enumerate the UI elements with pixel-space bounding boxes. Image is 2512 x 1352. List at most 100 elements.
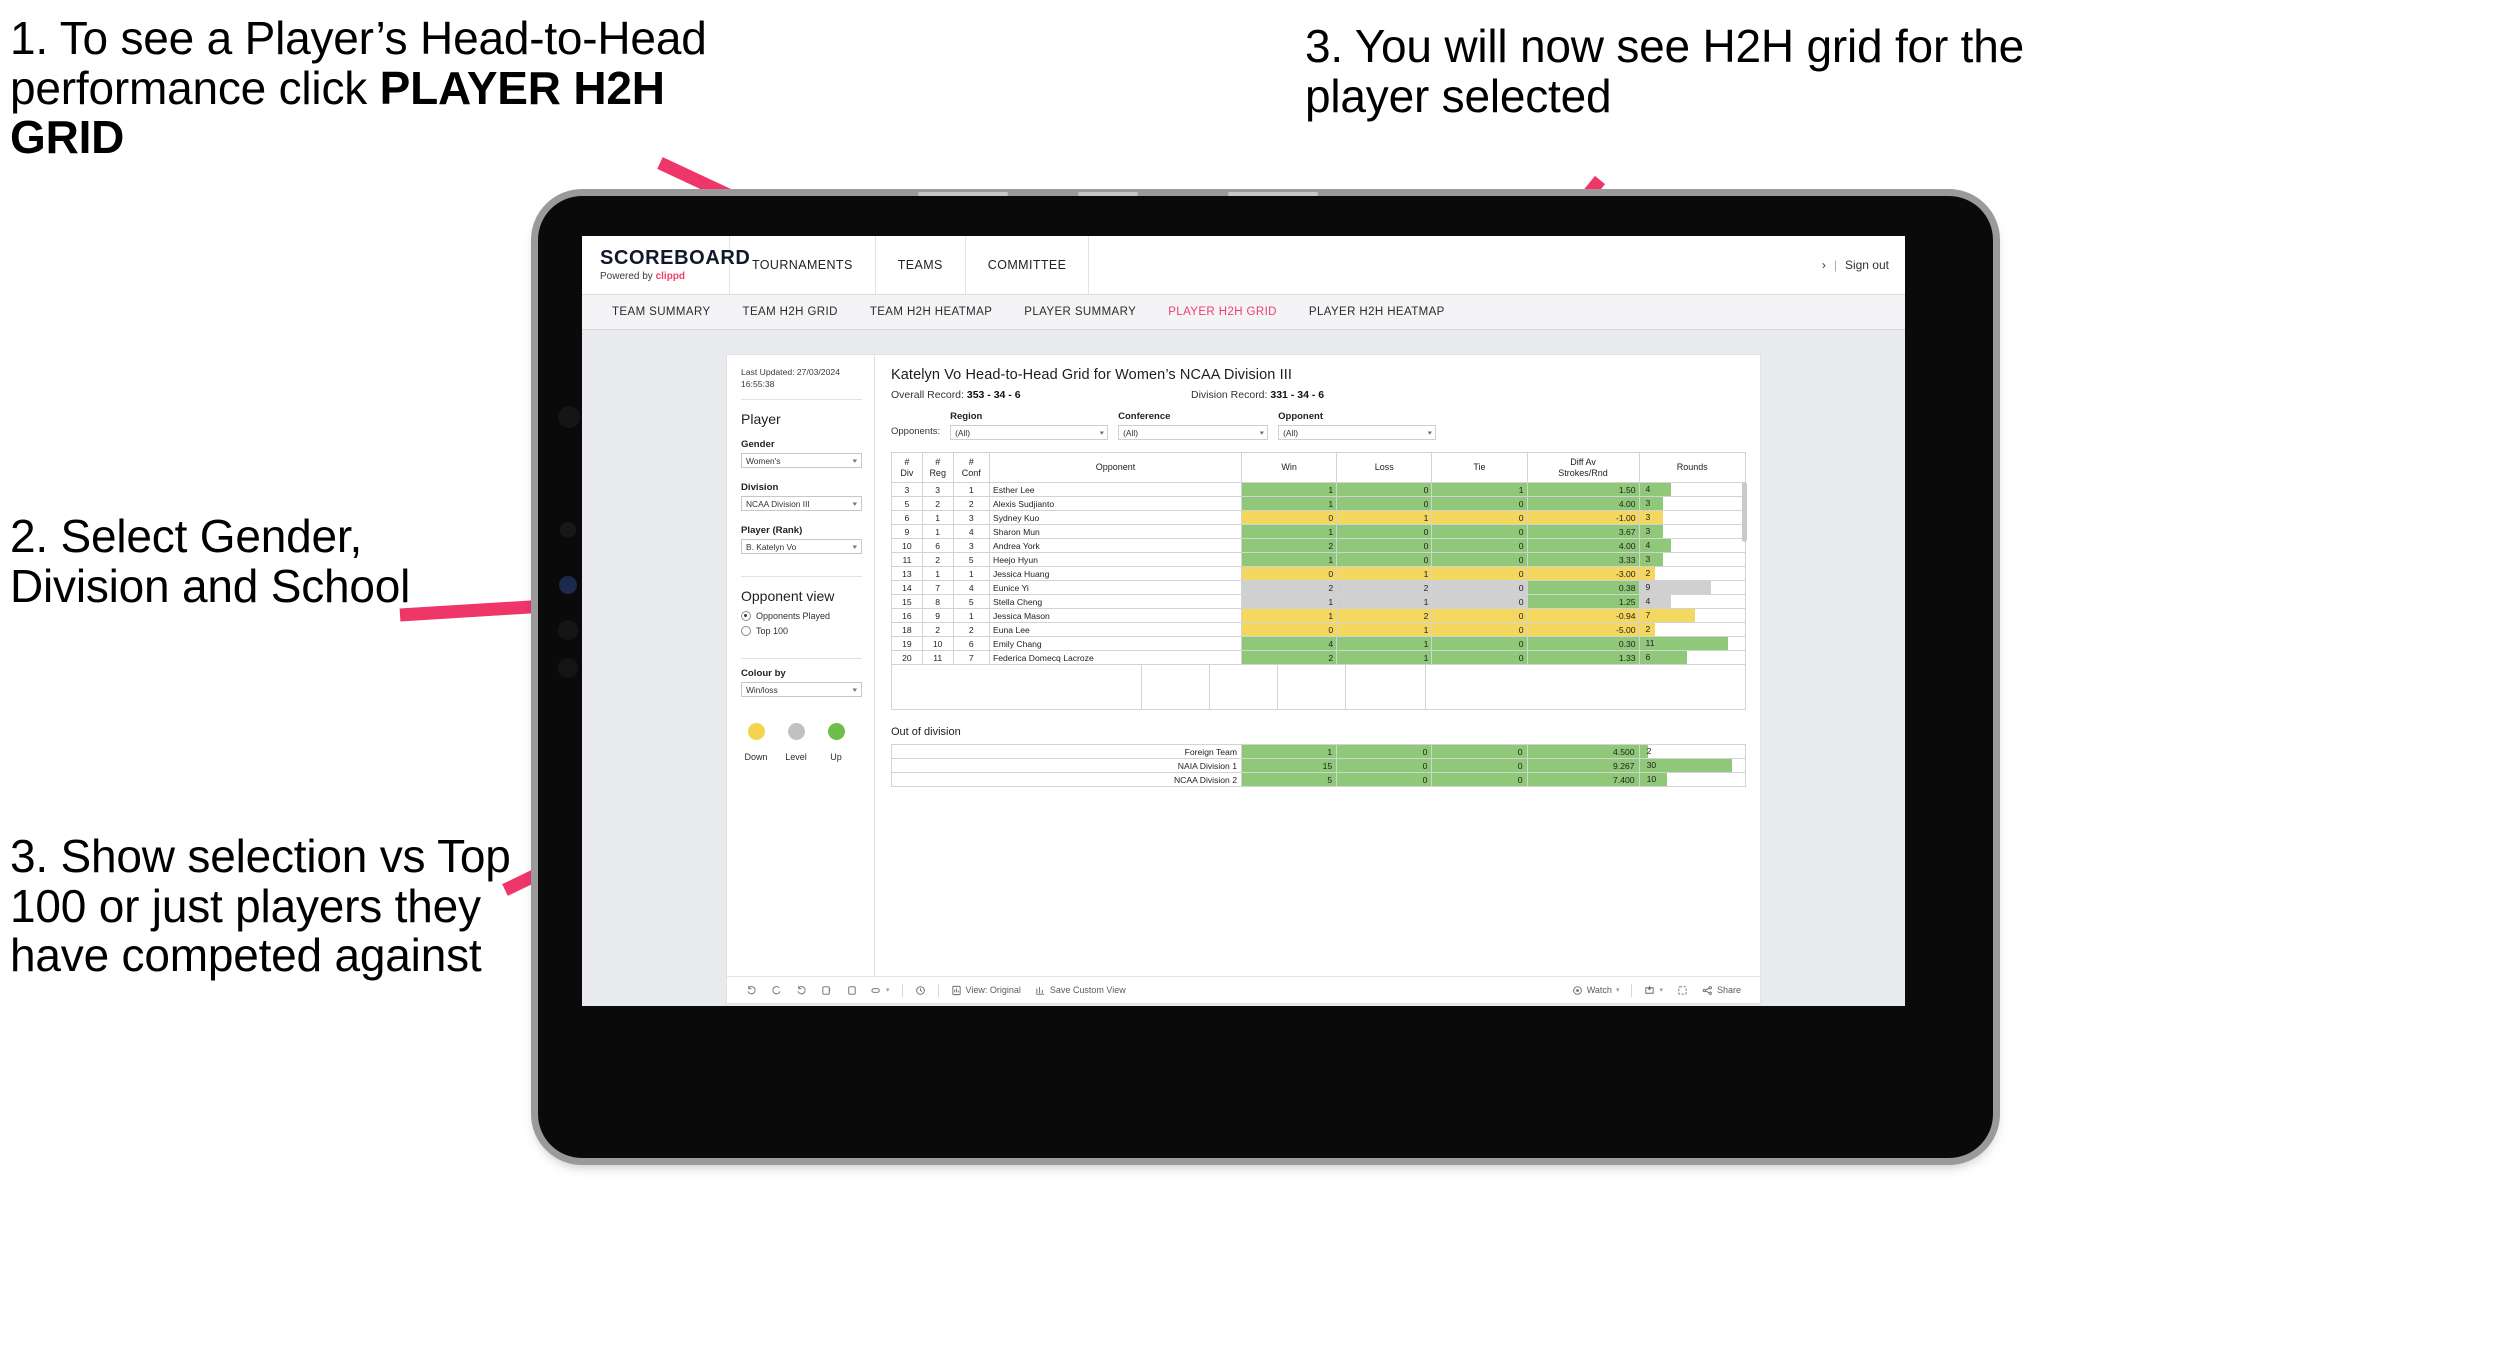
cell-tie: 0 <box>1431 538 1528 553</box>
opponent-view-title: Opponent view <box>741 588 835 605</box>
save-custom-view-button[interactable]: Save Custom View <box>1028 985 1133 996</box>
cell-opponent: Federica Domecq Lacroze <box>988 650 1242 665</box>
cell-opponent: Andrea York <box>988 538 1242 553</box>
viz-body: Last Updated: 27/03/2024 16:55:38 Player… <box>727 355 1760 976</box>
watch-button[interactable]: Watch ▾ <box>1565 985 1627 996</box>
table-row[interactable]: 10 6 3 Andrea York 2 0 0 4.00 4 <box>891 538 1747 553</box>
cell-win: 1 <box>1240 482 1338 497</box>
cell-div: 10 <box>891 538 923 553</box>
filter-opponent-select[interactable]: (All) ▾ <box>1278 425 1437 440</box>
cell-loss: 0 <box>1336 552 1433 567</box>
chevron-down-icon: ▾ <box>852 543 858 551</box>
refresh-button[interactable] <box>839 985 864 996</box>
radio-top-100-label: Top 100 <box>756 626 789 637</box>
radio-opponents-played-label: Opponents Played <box>756 611 831 622</box>
cell-div: 3 <box>891 482 923 497</box>
save-view-icon <box>1035 985 1046 996</box>
table-row[interactable]: 20 11 7 Federica Domecq Lacroze 2 1 0 1.33 6 <box>891 650 1747 665</box>
table-row[interactable]: 16 9 1 Jessica Mason 1 2 0 -0.94 7 <box>891 608 1747 623</box>
table-row[interactable]: 15 8 5 Stella Cheng 1 1 0 1.25 4 <box>891 594 1747 609</box>
header-link-tournaments[interactable]: TOURNAMENTS <box>730 236 876 294</box>
redo-button[interactable] <box>764 985 789 996</box>
sign-out-link[interactable]: Sign out <box>1845 258 1889 272</box>
radio-top-100[interactable]: Top 100 <box>741 626 862 637</box>
table-row[interactable]: 14 7 4 Eunice Yi 2 2 0 0.38 9 <box>891 580 1747 595</box>
table-row[interactable]: Foreign Team 1 0 0 4.500 2 <box>891 744 1747 759</box>
cell-reg: 3 <box>921 482 954 497</box>
cell-rounds: 7 <box>1638 608 1747 623</box>
out-of-division-table: Foreign Team 1 0 0 4.500 2 NAIA Division 1 15 0 0… <box>891 744 1747 787</box>
view-original-button[interactable]: View: Original <box>944 985 1028 996</box>
col-rounds: Rounds <box>1638 452 1747 483</box>
table-row[interactable]: 5 2 2 Alexis Sudjianto 1 0 0 4.00 3 <box>891 496 1747 511</box>
tab-player-summary[interactable]: PLAYER SUMMARY <box>1008 306 1152 318</box>
table-row[interactable]: 19 10 6 Emily Chang 4 1 0 0.30 11 <box>891 636 1747 651</box>
viz-main: Katelyn Vo Head-to-Head Grid for Women’s… <box>875 355 1760 976</box>
app-header: SCOREBOARD Powered by clippd TOURNAMENTS… <box>582 236 1905 295</box>
annotation-step-2: 2. Select Gender, Division and School <box>10 510 411 612</box>
division-value: NCAA Division III <box>746 498 810 509</box>
brand-logo[interactable]: SCOREBOARD Powered by clippd <box>582 236 750 294</box>
table-row[interactable]: 13 1 1 Jessica Huang 0 1 0 -3.00 2 <box>891 566 1747 581</box>
device-layout-button[interactable]: ▾ <box>864 985 897 996</box>
grid-scrollbar[interactable] <box>1742 482 1747 542</box>
col-div: # Div <box>891 452 923 483</box>
overall-record: Overall Record: 353 - 34 - 6 <box>891 389 1191 401</box>
cell-opponent: Sydney Kuo <box>988 510 1242 525</box>
radio-opponents-played[interactable]: Opponents Played <box>741 611 862 622</box>
table-row[interactable]: 18 2 2 Euna Lee 0 1 0 -5.00 2 <box>891 622 1747 637</box>
header-link-committee[interactable]: COMMITTEE <box>966 236 1090 294</box>
tab-team-summary[interactable]: TEAM SUMMARY <box>596 306 727 318</box>
cell-rounds: 3 <box>1638 496 1747 511</box>
table-row[interactable]: 11 2 5 Heejo Hyun 1 0 0 3.33 3 <box>891 552 1747 567</box>
gender-label: Gender <box>741 439 775 451</box>
cell-loss: 1 <box>1336 650 1433 665</box>
download-button[interactable]: ▾ <box>1637 985 1670 996</box>
division-select[interactable]: NCAA Division III ▾ <box>741 496 862 512</box>
tab-player-h2h-heatmap[interactable]: PLAYER H2H HEATMAP <box>1293 306 1461 318</box>
colour-by-select[interactable]: Win/loss ▾ <box>741 682 862 698</box>
chevron-down-icon: ▾ <box>852 457 858 465</box>
sidebar-divider <box>741 576 862 578</box>
tab-team-h2h-heatmap[interactable]: TEAM H2H HEATMAP <box>854 306 1008 318</box>
pause-updates-button[interactable] <box>814 985 839 996</box>
cell-opponent: Emily Chang <box>988 636 1242 651</box>
undo-button[interactable] <box>739 985 764 996</box>
player-rank-select[interactable]: B. Katelyn Vo ▾ <box>741 539 862 555</box>
filter-conference-select[interactable]: (All) ▾ <box>1118 425 1269 440</box>
cell-conf: 1 <box>952 482 990 497</box>
col-opponent: Opponent <box>988 452 1242 483</box>
pause-auto-update-button[interactable] <box>908 985 933 996</box>
table-row[interactable]: 9 1 4 Sharon Mun 1 0 0 3.67 3 <box>891 524 1747 539</box>
cell-div: 9 <box>891 524 923 539</box>
cell-opponent: Stella Cheng <box>988 594 1242 609</box>
cell-reg: 9 <box>921 608 954 623</box>
cell-tie: 0 <box>1431 772 1528 787</box>
save-custom-view-label: Save Custom View <box>1049 985 1126 995</box>
cell-tie: 0 <box>1431 744 1528 759</box>
view-icon <box>951 985 962 996</box>
watch-label: Watch <box>1586 985 1612 995</box>
header-link-teams[interactable]: TEAMS <box>876 236 966 294</box>
cell-tie: 0 <box>1431 580 1528 595</box>
tab-player-h2h-grid[interactable]: PLAYER H2H GRID <box>1152 306 1293 318</box>
table-row[interactable]: NAIA Division 1 15 0 0 9.267 30 <box>891 758 1747 773</box>
fullscreen-button[interactable] <box>1670 985 1695 996</box>
header-spacer <box>1089 236 1821 294</box>
revert-button[interactable] <box>789 985 814 996</box>
tab-team-h2h-grid[interactable]: TEAM H2H GRID <box>727 306 854 318</box>
share-button[interactable]: Share <box>1695 985 1748 996</box>
gender-select[interactable]: Women's ▾ <box>741 453 862 469</box>
colour-by-label: Colour by <box>741 668 786 680</box>
filter-region-select[interactable]: (All) ▾ <box>950 425 1109 440</box>
table-row[interactable]: 6 1 3 Sydney Kuo 0 1 0 -1.00 3 <box>891 510 1747 525</box>
cell-rounds: 9 <box>1638 580 1747 595</box>
table-row[interactable]: 3 3 1 Esther Lee 1 0 1 1.50 4 <box>891 482 1747 497</box>
header-account-area: › | Sign out <box>1822 236 1905 294</box>
cell-div: 5 <box>891 496 923 511</box>
cell-rounds: 6 <box>1638 650 1747 665</box>
cell-reg: 10 <box>921 636 954 651</box>
table-row[interactable]: NCAA Division 2 5 0 0 7.400 10 <box>891 772 1747 787</box>
last-updated-label: Last Updated: 27/03/2024 16:55:38 <box>741 367 840 389</box>
